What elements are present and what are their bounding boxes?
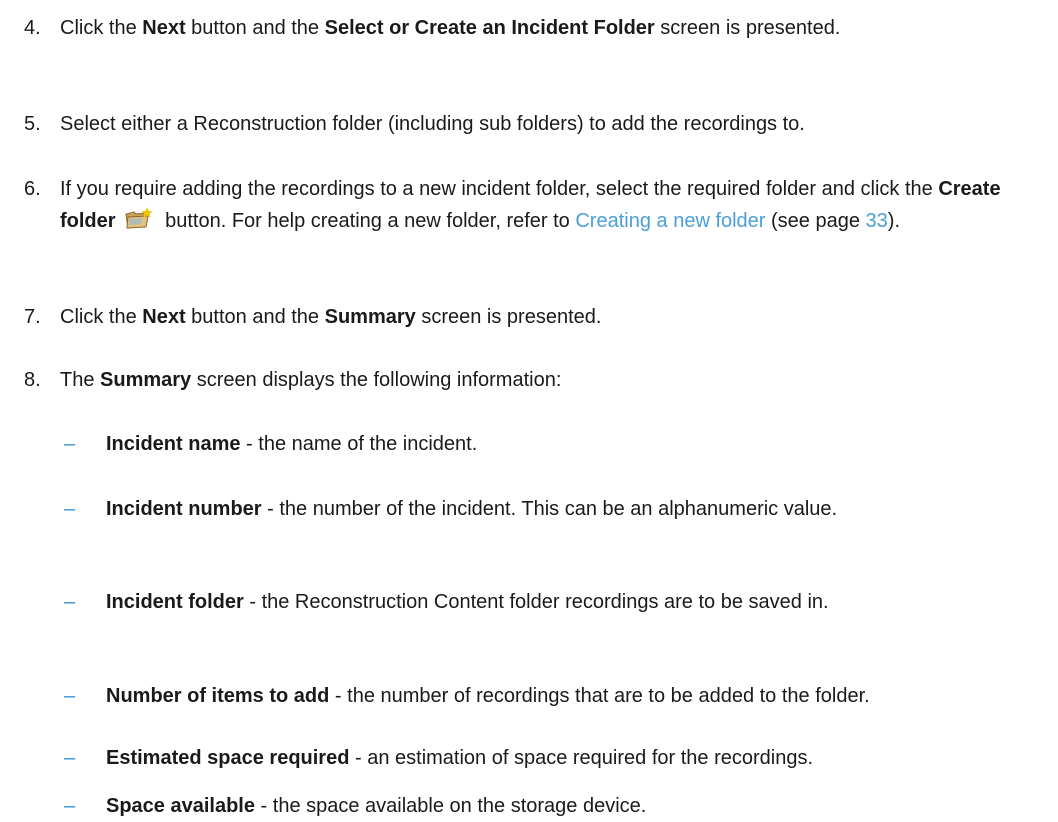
list-item-incident-number: – Incident number - the number of the in… <box>64 493 1044 525</box>
next-button-label: Next <box>142 17 186 39</box>
description: - an estimation of space required for th… <box>349 747 814 769</box>
dash-bullet: – <box>64 591 76 613</box>
text: screen is presented. <box>654 17 841 39</box>
screen-name: Summary <box>100 369 192 391</box>
step-number: 4. <box>24 17 41 39</box>
term: Incident name <box>106 433 241 455</box>
step-number: 5. <box>24 113 41 135</box>
step-text: If you require adding the recordings to … <box>60 173 1044 237</box>
dash-bullet: – <box>64 685 76 707</box>
text: ). <box>887 210 901 232</box>
dash-bullet: – <box>64 795 76 817</box>
step-text: Select either a Reconstruction folder (i… <box>60 108 1044 140</box>
creating-new-folder-link[interactable]: Creating a new folder <box>575 210 765 232</box>
step-7: 7. Click the Next button and the Summary… <box>24 301 1044 333</box>
description: - the number of recordings that are to b… <box>329 685 870 707</box>
next-button-label: Next <box>142 306 186 328</box>
list-item-number-of-items: – Number of items to add - the number of… <box>64 680 1044 712</box>
screen-name: Select or Create an Incident Folder <box>324 17 655 39</box>
description: - the number of the incident. This can b… <box>261 498 838 520</box>
term: Estimated space required <box>106 747 350 769</box>
step-text: The Summary screen displays the followin… <box>60 364 1044 396</box>
document-page: 4. Click the Next button and the Select … <box>0 0 1058 822</box>
term: Incident number <box>106 498 262 520</box>
text: screen displays the following informatio… <box>191 369 562 391</box>
dash-bullet: – <box>64 747 76 769</box>
text: button and the <box>185 17 325 39</box>
text: (see page <box>765 210 866 232</box>
screen-name: Summary <box>324 306 416 328</box>
list-item-incident-folder: – Incident folder - the Reconstruction C… <box>64 586 1044 618</box>
text: screen is presented. <box>415 306 602 328</box>
text: Click the <box>60 306 143 328</box>
create-folder-icon <box>124 206 154 230</box>
term: Space available <box>106 795 255 817</box>
dash-bullet: – <box>64 498 76 520</box>
text: button. For help creating a new folder, … <box>159 210 576 232</box>
page-reference-link[interactable]: 33 <box>866 210 888 232</box>
list-item-incident-name: – Incident name - the name of the incide… <box>64 428 1044 460</box>
step-8: 8. The Summary screen displays the follo… <box>24 364 1044 396</box>
text: The <box>60 369 101 391</box>
term: Incident folder <box>106 591 244 613</box>
step-text: Click the Next button and the Summary sc… <box>60 301 1044 333</box>
text: If you require adding the recordings to … <box>60 178 939 200</box>
list-item-estimated-space: – Estimated space required - an estimati… <box>64 742 1044 774</box>
step-5: 5. Select either a Reconstruction folder… <box>24 108 1044 140</box>
text: Select either a Reconstruction folder (i… <box>60 113 805 135</box>
description: - the Reconstruction Content folder reco… <box>243 591 829 613</box>
term: Number of items to add <box>106 685 330 707</box>
step-number: 7. <box>24 306 41 328</box>
step-number: 8. <box>24 369 41 391</box>
step-4: 4. Click the Next button and the Select … <box>24 12 1044 44</box>
text: Click the <box>60 17 143 39</box>
description: - the name of the incident. <box>240 433 478 455</box>
step-text: Click the Next button and the Select or … <box>60 12 1044 44</box>
step-number: 6. <box>24 178 41 200</box>
step-6: 6. If you require adding the recordings … <box>24 173 1044 237</box>
description: - the space available on the storage dev… <box>254 795 647 817</box>
list-item-space-available: – Space available - the space available … <box>64 790 1044 822</box>
dash-bullet: – <box>64 433 76 455</box>
text: button and the <box>185 306 325 328</box>
